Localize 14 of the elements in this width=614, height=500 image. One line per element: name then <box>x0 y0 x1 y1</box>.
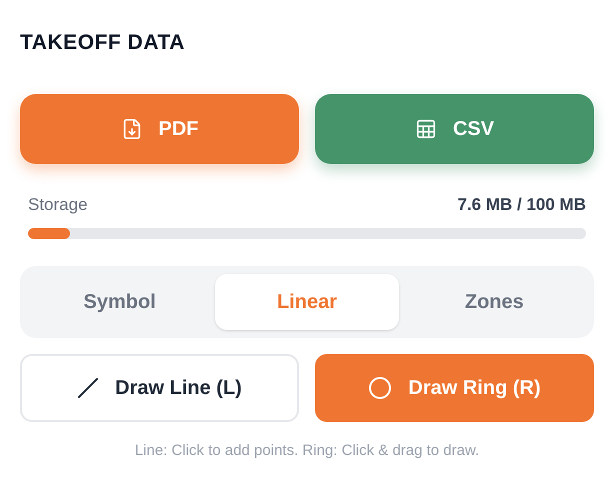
line-icon <box>77 376 100 398</box>
storage-reading: 7.6 MB / 100 MB <box>458 194 586 216</box>
tool-button[interactable]: Draw Line (L) <box>20 354 299 422</box>
hint-text: Line: Click to add points. Ring: Click & drag to draw. <box>134 440 480 460</box>
storage-label: Storage <box>28 194 88 216</box>
tool-button[interactable]: Draw Ring (R) <box>315 354 594 422</box>
tab[interactable]: Symbol <box>28 274 212 330</box>
export-button[interactable]: PDF <box>20 94 299 164</box>
panel-title: TAKEOFF DATA <box>20 30 186 56</box>
table-icon <box>414 118 437 140</box>
tab[interactable]: Zones <box>402 274 586 330</box>
tab[interactable]: Linear <box>215 274 399 330</box>
export-button[interactable]: CSV <box>315 94 594 164</box>
circle-icon <box>368 376 392 400</box>
